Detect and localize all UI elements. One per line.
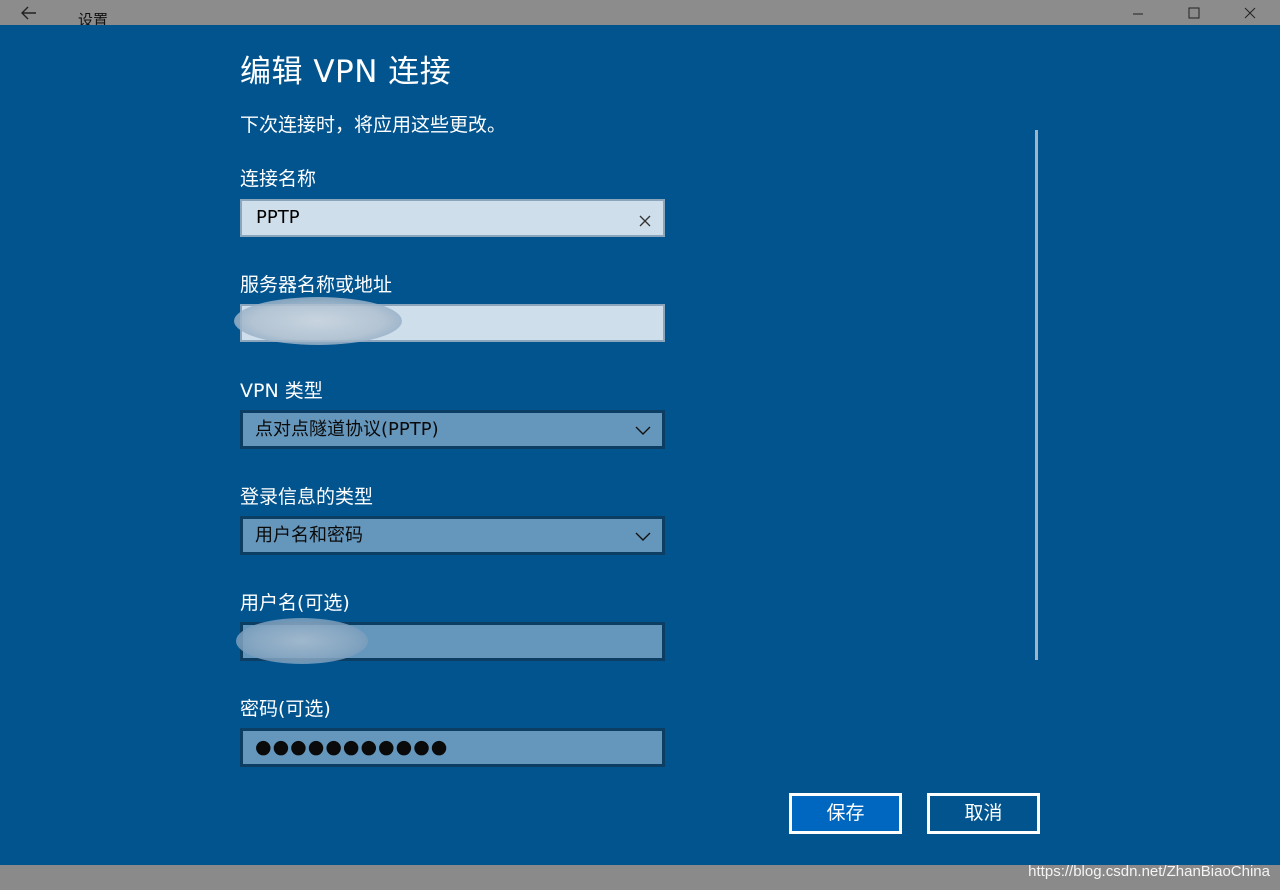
signin-type-label: 登录信息的类型: [240, 486, 374, 508]
chevron-down-icon: [635, 426, 651, 435]
maximize-icon: [1188, 7, 1200, 19]
maximize-button[interactable]: [1174, 2, 1214, 24]
edit-vpn-dialog: 编辑 VPN 连接 下次连接时，将应用这些更改。 连接名称 PPTP 服务器名称…: [0, 25, 1280, 865]
chevron-down-icon: [635, 532, 651, 541]
close-icon: [639, 215, 651, 227]
redaction-blur: [236, 618, 368, 664]
username-label: 用户名(可选): [240, 592, 350, 614]
connection-name-label: 连接名称: [240, 168, 317, 190]
password-value: ●●●●●●●●●●●: [255, 736, 449, 758]
signin-type-select[interactable]: 用户名和密码: [240, 516, 665, 555]
back-button[interactable]: [14, 2, 46, 24]
dialog-subtitle: 下次连接时，将应用这些更改。: [240, 114, 507, 136]
redaction-blur: [234, 297, 402, 345]
password-label: 密码(可选): [240, 698, 331, 720]
vpn-type-value: 点对点隧道协议(PPTP): [255, 419, 439, 440]
title-bar: 设置: [0, 0, 1280, 29]
arrow-left-icon: [21, 6, 36, 20]
password-input[interactable]: ●●●●●●●●●●●: [240, 728, 665, 767]
connection-name-value: PPTP: [256, 207, 300, 228]
watermark-text: https://blog.csdn.net/ZhanBiaoChina: [1028, 863, 1270, 880]
vpn-type-label: VPN 类型: [240, 380, 323, 402]
vpn-type-select[interactable]: 点对点隧道协议(PPTP): [240, 410, 665, 449]
minimize-icon: [1133, 13, 1143, 15]
connection-name-input[interactable]: PPTP: [240, 199, 665, 237]
server-label: 服务器名称或地址: [240, 274, 393, 296]
dialog-title: 编辑 VPN 连接: [240, 54, 452, 90]
save-button[interactable]: 保存: [789, 793, 902, 834]
minimize-button[interactable]: [1118, 2, 1158, 24]
cancel-button[interactable]: 取消: [927, 793, 1040, 834]
scrollbar[interactable]: [1035, 130, 1038, 660]
close-icon: [1244, 7, 1256, 19]
clear-text-button[interactable]: [635, 209, 655, 229]
close-button[interactable]: [1230, 2, 1270, 24]
signin-type-value: 用户名和密码: [255, 525, 363, 546]
